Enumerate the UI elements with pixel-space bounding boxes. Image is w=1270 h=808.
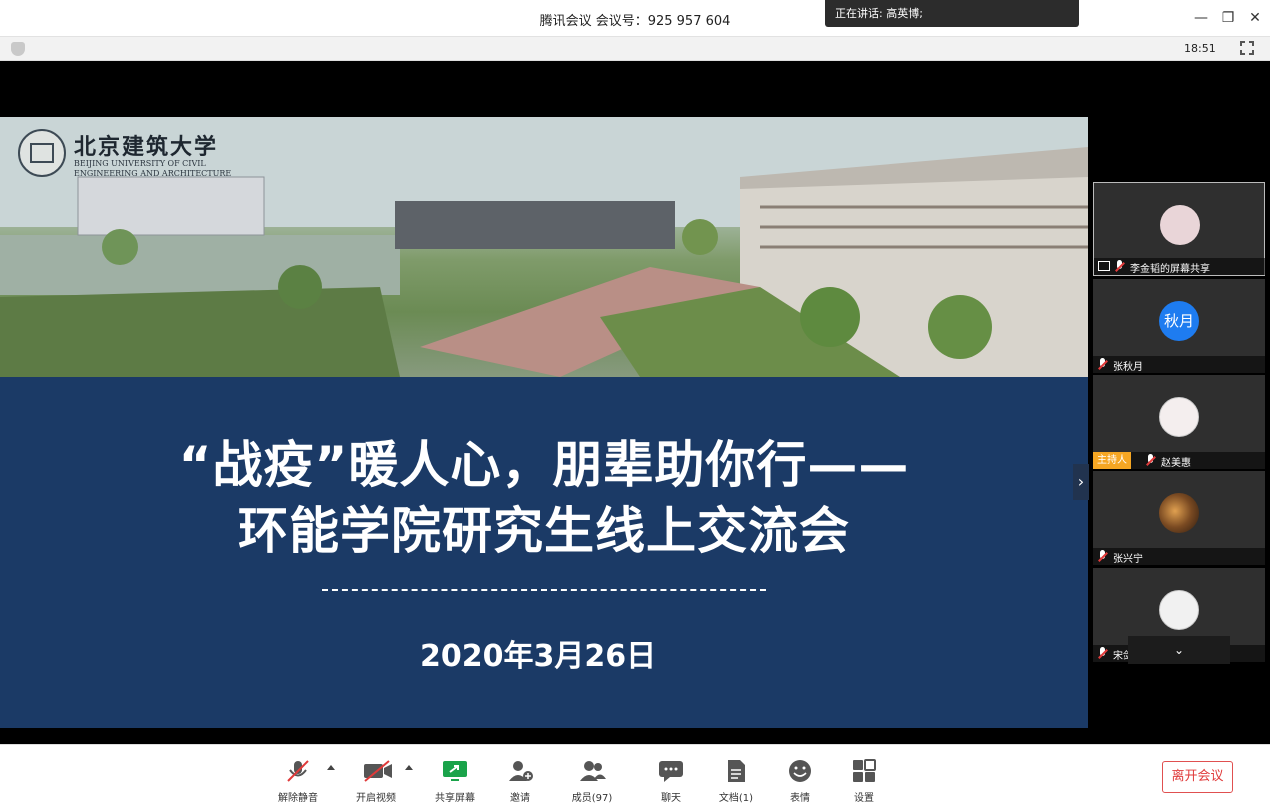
bottom-toolbar: 解除静音 开启视频 共享屏幕 邀请 成员(97) 聊天 文档(1) 表情 设置 — [0, 744, 1270, 808]
slide-date: 2020年3月26日 — [420, 639, 657, 674]
members-icon — [579, 759, 606, 783]
participant-tile[interactable]: 张兴宁 — [1093, 471, 1265, 565]
text-avatar: 秋月 — [1159, 301, 1199, 341]
emoji-button[interactable]: 表情 — [770, 759, 830, 804]
participant-name: 李金韬的屏幕共享 — [1130, 264, 1210, 275]
members-label: 成员(97) — [571, 793, 613, 804]
university-seal — [18, 129, 66, 177]
mic-muted-icon — [1097, 550, 1107, 563]
window-title: 腾讯会议 会议号：925 957 604 — [539, 14, 731, 29]
screen-share-icon — [1098, 261, 1110, 271]
shared-slide: 北京建筑大学 BEIJING UNIVERSITY OF CIVIL ENGIN… — [0, 117, 1088, 728]
settings-grid-icon — [851, 759, 877, 783]
participant-name: 张秋月 — [1113, 362, 1143, 373]
mic-muted-icon — [1097, 358, 1107, 371]
meeting-clock: 18:51 — [1184, 42, 1216, 55]
slide-title-line1: “战疫”暖人心，朋辈助你行—— — [178, 436, 910, 494]
meeting-stage: 北京建筑大学 BEIJING UNIVERSITY OF CIVIL ENGIN… — [0, 61, 1270, 744]
emoji-label: 表情 — [790, 793, 810, 804]
chat-button[interactable]: 聊天 — [641, 759, 701, 804]
chat-icon — [658, 759, 684, 783]
close-icon[interactable]: ✕ — [1245, 8, 1265, 28]
restore-icon[interactable]: ❐ — [1218, 8, 1238, 28]
invite-label: 邀请 — [510, 793, 530, 804]
documents-label: 文档(1) — [718, 793, 754, 804]
participant-name: 张兴宁 — [1113, 554, 1143, 565]
leave-meeting-button[interactable]: 离开会议 — [1162, 761, 1233, 793]
chat-label: 聊天 — [661, 793, 681, 804]
next-page-arrow-icon[interactable]: › — [1073, 464, 1089, 500]
minimize-icon[interactable]: — — [1191, 8, 1211, 28]
slide-title-line2: 环能学院研究生线上交流会 — [238, 502, 850, 560]
participant-tile[interactable]: 秋月 张秋月 — [1093, 279, 1265, 373]
university-name-cn: 北京建筑大学 — [74, 134, 219, 160]
campus-photo: 北京建筑大学 BEIJING UNIVERSITY OF CIVIL ENGIN… — [0, 117, 1088, 377]
add-user-icon — [507, 759, 533, 783]
anime-avatar-icon — [1159, 590, 1199, 630]
mic-icon — [1145, 454, 1155, 467]
unmute-label: 解除静音 — [278, 793, 318, 804]
dashed-divider — [322, 589, 766, 591]
mic-muted-icon — [285, 759, 311, 783]
shield-icon[interactable] — [11, 42, 25, 56]
invite-button[interactable]: 邀请 — [490, 759, 550, 804]
documents-button[interactable]: 文档(1) — [706, 759, 766, 804]
participant-tile[interactable]: 主持人 赵美惠 — [1093, 375, 1265, 469]
fullscreen-icon[interactable] — [1239, 40, 1255, 56]
host-badge: 主持人 — [1093, 452, 1131, 469]
audio-options-caret-icon[interactable] — [327, 765, 335, 770]
settings-label: 设置 — [854, 793, 874, 804]
settings-button[interactable]: 设置 — [834, 759, 894, 804]
mic-muted-icon — [1114, 260, 1124, 273]
pig-avatar-icon — [1159, 397, 1199, 437]
share-screen-label: 共享屏幕 — [435, 793, 475, 804]
members-button[interactable]: 成员(97) — [562, 759, 622, 804]
share-screen-button[interactable]: 共享屏幕 — [425, 759, 485, 804]
rabbit-avatar-icon — [1160, 205, 1200, 245]
share-screen-icon — [442, 759, 468, 783]
unmute-button[interactable]: 解除静音 — [268, 759, 328, 804]
university-name-en: BEIJING UNIVERSITY OF CIVIL ENGINEERING … — [74, 159, 232, 178]
start-video-button[interactable]: 开启视频 — [346, 759, 406, 804]
speaking-indicator: 正在讲话: 高英博; — [825, 0, 1079, 27]
scroll-down-chevron-icon[interactable]: ⌄ — [1128, 636, 1230, 664]
document-icon — [723, 759, 749, 783]
title-bar: 腾讯会议 会议号：925 957 604 正在讲话: 高英博; — ❐ ✕ — [0, 0, 1270, 37]
start-video-label: 开启视频 — [356, 793, 396, 804]
participant-name: 赵美惠 — [1161, 458, 1191, 469]
participant-tile[interactable]: 李金韬的屏幕共享 — [1093, 182, 1266, 276]
smiley-icon — [787, 759, 813, 783]
mic-muted-icon — [1097, 647, 1107, 660]
university-logo: 北京建筑大学 BEIJING UNIVERSITY OF CIVIL ENGIN… — [18, 129, 258, 189]
photo-avatar-icon — [1159, 493, 1199, 533]
camera-off-icon — [363, 759, 392, 783]
meeting-info-bar: 18:51 — [0, 37, 1270, 61]
video-options-caret-icon[interactable] — [405, 765, 413, 770]
